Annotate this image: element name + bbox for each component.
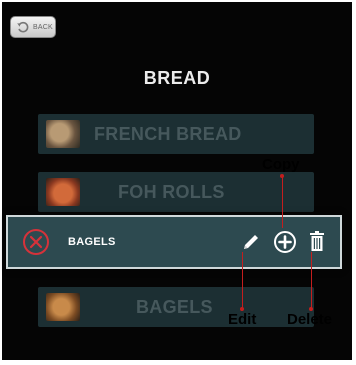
edit-leader-line [242, 252, 243, 310]
close-icon[interactable] [22, 228, 50, 256]
copy-annotation: Copy [262, 156, 300, 173]
page-title: BREAD [143, 68, 211, 88]
back-button[interactable]: BACK [10, 16, 56, 38]
list-item-label: FRENCH BREAD [94, 124, 242, 144]
delete-leader-line [311, 252, 312, 310]
delete-icon[interactable] [310, 231, 324, 251]
delete-annotation: Delete [287, 311, 333, 328]
list-item-label: BAGELS [136, 297, 213, 317]
edit-icon[interactable] [241, 232, 261, 252]
edit-annotation: Edit [228, 311, 257, 328]
device-screen: BACK BREAD FRENCH BREAD FOH ROLLS BAGELS… [2, 2, 352, 360]
selected-list-item[interactable]: BAGELS [6, 215, 342, 269]
copy-icon[interactable] [273, 230, 297, 254]
list-item-french-bread[interactable]: FRENCH BREAD [38, 114, 314, 154]
list-item-foh-rolls[interactable]: FOH ROLLS [38, 172, 314, 212]
french-bread-thumbnail [46, 120, 80, 148]
bagels-thumbnail [46, 293, 80, 321]
copy-leader-line [282, 176, 283, 228]
list-item-bagels[interactable]: BAGELS [38, 287, 314, 327]
rolls-thumbnail [46, 178, 80, 206]
copy-leader-dot [280, 174, 284, 178]
back-button-label: BACK [33, 23, 53, 31]
list-item-label: FOH ROLLS [118, 182, 225, 202]
selected-item-label: BAGELS [68, 236, 116, 248]
back-arrow-icon [17, 21, 29, 33]
